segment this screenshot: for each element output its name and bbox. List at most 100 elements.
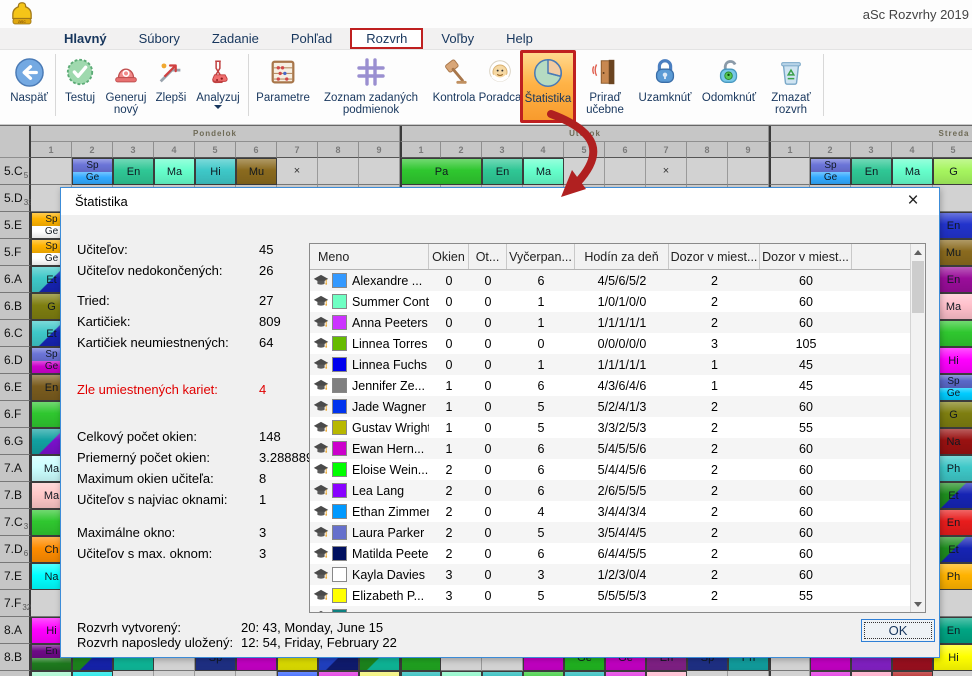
table-row[interactable]: Ethan Zimmer2043/4/4/3/4260 bbox=[310, 501, 925, 522]
timetable-row-label[interactable] bbox=[0, 671, 31, 676]
timetable-row-label[interactable]: 7.C3 bbox=[0, 509, 31, 536]
timetable-row-label[interactable]: 6.C bbox=[0, 320, 31, 347]
column-header[interactable]: Vyčerpan... bbox=[507, 244, 575, 269]
timetable-cell[interactable] bbox=[400, 671, 441, 676]
close-icon[interactable]: × bbox=[901, 190, 925, 212]
scrollbar-thumb[interactable] bbox=[912, 261, 924, 313]
timetable-cell[interactable] bbox=[72, 671, 113, 676]
menu-item-rozvrh[interactable]: Rozvrh bbox=[350, 28, 423, 49]
ribbon-button-door[interactable]: Priraď učebne bbox=[576, 52, 634, 122]
table-row[interactable]: Eloise Wein...2065/4/4/5/6260 bbox=[310, 459, 925, 480]
timetable-cell[interactable]: En bbox=[482, 158, 523, 185]
ribbon-button-advisor[interactable]: Poradca bbox=[480, 52, 520, 122]
table-row[interactable]: Gustav Wright1053/3/2/5/3255 bbox=[310, 417, 925, 438]
ribbon-button-lock[interactable]: Uzamknúť bbox=[634, 52, 696, 122]
timetable-row-label[interactable]: 6.G bbox=[0, 428, 31, 455]
timetable-row-label[interactable]: 6.F bbox=[0, 401, 31, 428]
timetable-row-label[interactable]: 7.B bbox=[0, 482, 31, 509]
timetable-cell[interactable] bbox=[605, 158, 646, 185]
timetable-row-label[interactable]: 7.A bbox=[0, 455, 31, 482]
column-header[interactable]: Meno bbox=[310, 244, 429, 269]
column-header[interactable]: Dozor v miest... bbox=[760, 244, 852, 269]
timetable-cell[interactable] bbox=[195, 671, 236, 676]
timetable-cell[interactable] bbox=[523, 671, 564, 676]
menu-item-voby[interactable]: Voľby bbox=[425, 29, 490, 48]
timetable-cell[interactable] bbox=[359, 671, 400, 676]
table-row[interactable]: Lea Lang2062/6/5/5/5260 bbox=[310, 480, 925, 501]
timetable-cell[interactable] bbox=[113, 671, 154, 676]
timetable-cell[interactable] bbox=[728, 158, 769, 185]
ribbon-button-siren[interactable]: Generuj nový bbox=[101, 52, 151, 122]
ok-button[interactable]: OK bbox=[861, 619, 935, 642]
timetable-cell[interactable]: En bbox=[851, 158, 892, 185]
ribbon-button-trash-recycle[interactable]: Zmazať rozvrh bbox=[762, 52, 820, 122]
timetable-cell[interactable]: Ma bbox=[892, 158, 933, 185]
timetable-cell[interactable]: En bbox=[113, 158, 154, 185]
table-row[interactable]: Alexandre ...0064/5/6/5/2260 bbox=[310, 270, 925, 291]
timetable-cell[interactable]: Pa bbox=[400, 158, 482, 185]
table-row[interactable]: Linnea Torres0000/0/0/0/03105 bbox=[310, 333, 925, 354]
ribbon-button-abacus[interactable]: Parametre bbox=[252, 52, 314, 122]
menu-item-hlavn[interactable]: Hlavný bbox=[48, 29, 123, 48]
timetable-cell[interactable]: Ma bbox=[154, 158, 195, 185]
timetable-cell[interactable]: SpGe bbox=[810, 158, 851, 185]
timetable-row-label[interactable]: 5.E bbox=[0, 212, 31, 239]
timetable-cell[interactable] bbox=[933, 671, 972, 676]
timetable-cell[interactable] bbox=[769, 671, 810, 676]
ribbon-button-flask[interactable]: Analyzuj bbox=[191, 52, 245, 122]
timetable-cell[interactable]: × bbox=[277, 158, 318, 185]
timetable-cell[interactable]: Ma bbox=[523, 158, 564, 185]
ribbon-button-back[interactable]: Naspäť bbox=[6, 52, 52, 122]
timetable-cell[interactable] bbox=[687, 158, 728, 185]
timetable-cell[interactable] bbox=[892, 671, 933, 676]
timetable-row-label[interactable]: 5.D32 bbox=[0, 185, 31, 212]
timetable-cell[interactable] bbox=[564, 671, 605, 676]
column-header[interactable]: Okien bbox=[429, 244, 469, 269]
menu-item-zadanie[interactable]: Zadanie bbox=[196, 29, 275, 48]
scroll-down-button[interactable] bbox=[911, 596, 925, 612]
table-row[interactable]: Summer Conti0011/0/1/0/0260 bbox=[310, 291, 925, 312]
column-header[interactable]: Hodín za deň bbox=[575, 244, 669, 269]
timetable-cell[interactable] bbox=[728, 671, 769, 676]
table-row[interactable]: Matilda Peeters2066/4/4/5/5260 bbox=[310, 543, 925, 564]
table-row[interactable]: Elizabeth P...3055/5/5/5/3255 bbox=[310, 585, 925, 606]
timetable-cell[interactable] bbox=[687, 671, 728, 676]
timetable-cell[interactable] bbox=[646, 671, 687, 676]
ribbon-button-unlock[interactable]: Odomknúť bbox=[696, 52, 762, 122]
timetable-row-label[interactable]: 6.B bbox=[0, 293, 31, 320]
timetable-cell[interactable] bbox=[31, 158, 72, 185]
timetable-row-label[interactable]: 6.D bbox=[0, 347, 31, 374]
table-row[interactable]: Kayla Davies3031/2/3/0/4260 bbox=[310, 564, 925, 585]
timetable-cell[interactable] bbox=[769, 158, 810, 185]
timetable-cell[interactable]: G bbox=[933, 158, 972, 185]
timetable-cell[interactable] bbox=[564, 158, 605, 185]
timetable-cell[interactable] bbox=[482, 671, 523, 676]
menu-item-help[interactable]: Help bbox=[490, 29, 549, 48]
timetable-cell[interactable] bbox=[441, 671, 482, 676]
table-row[interactable]: Ewan Hern...1065/4/5/5/6260 bbox=[310, 438, 925, 459]
timetable-cell[interactable] bbox=[31, 671, 72, 676]
timetable-row-label[interactable]: 8.B bbox=[0, 644, 31, 671]
timetable-cell[interactable] bbox=[810, 671, 851, 676]
timetable-row-label[interactable]: 7.D6 bbox=[0, 536, 31, 563]
vertical-scrollbar[interactable] bbox=[910, 244, 925, 612]
timetable-cell[interactable] bbox=[851, 671, 892, 676]
table-row[interactable]: Laura Parker2053/5/4/4/5260 bbox=[310, 522, 925, 543]
timetable-cell[interactable] bbox=[154, 671, 195, 676]
timetable-cell[interactable] bbox=[359, 158, 400, 185]
ribbon-button-escalator[interactable]: Zlepši bbox=[151, 52, 191, 122]
table-row[interactable]: Linnea Fuchs0011/1/1/1/1145 bbox=[310, 354, 925, 375]
timetable-cell[interactable] bbox=[318, 158, 359, 185]
ribbon-button-test-check[interactable]: Testuj bbox=[59, 52, 101, 122]
timetable-cell[interactable]: SpGe bbox=[72, 158, 113, 185]
column-header[interactable]: Dozor v miest... bbox=[669, 244, 760, 269]
timetable-row-label[interactable]: 5.F bbox=[0, 239, 31, 266]
menu-item-pohad[interactable]: Pohľad bbox=[275, 29, 348, 48]
ribbon-button-gavel[interactable]: Kontrola bbox=[428, 52, 480, 122]
timetable-row-label[interactable]: 8.A bbox=[0, 617, 31, 644]
timetable-cell[interactable]: Mu bbox=[236, 158, 277, 185]
table-row[interactable]: Anna Peeters0011/1/1/1/1260 bbox=[310, 312, 925, 333]
table-row[interactable]: Jade Wagner1055/2/4/1/3260 bbox=[310, 396, 925, 417]
timetable-row-label[interactable]: 6.E bbox=[0, 374, 31, 401]
timetable-row-label[interactable]: 7.F32 bbox=[0, 590, 31, 617]
